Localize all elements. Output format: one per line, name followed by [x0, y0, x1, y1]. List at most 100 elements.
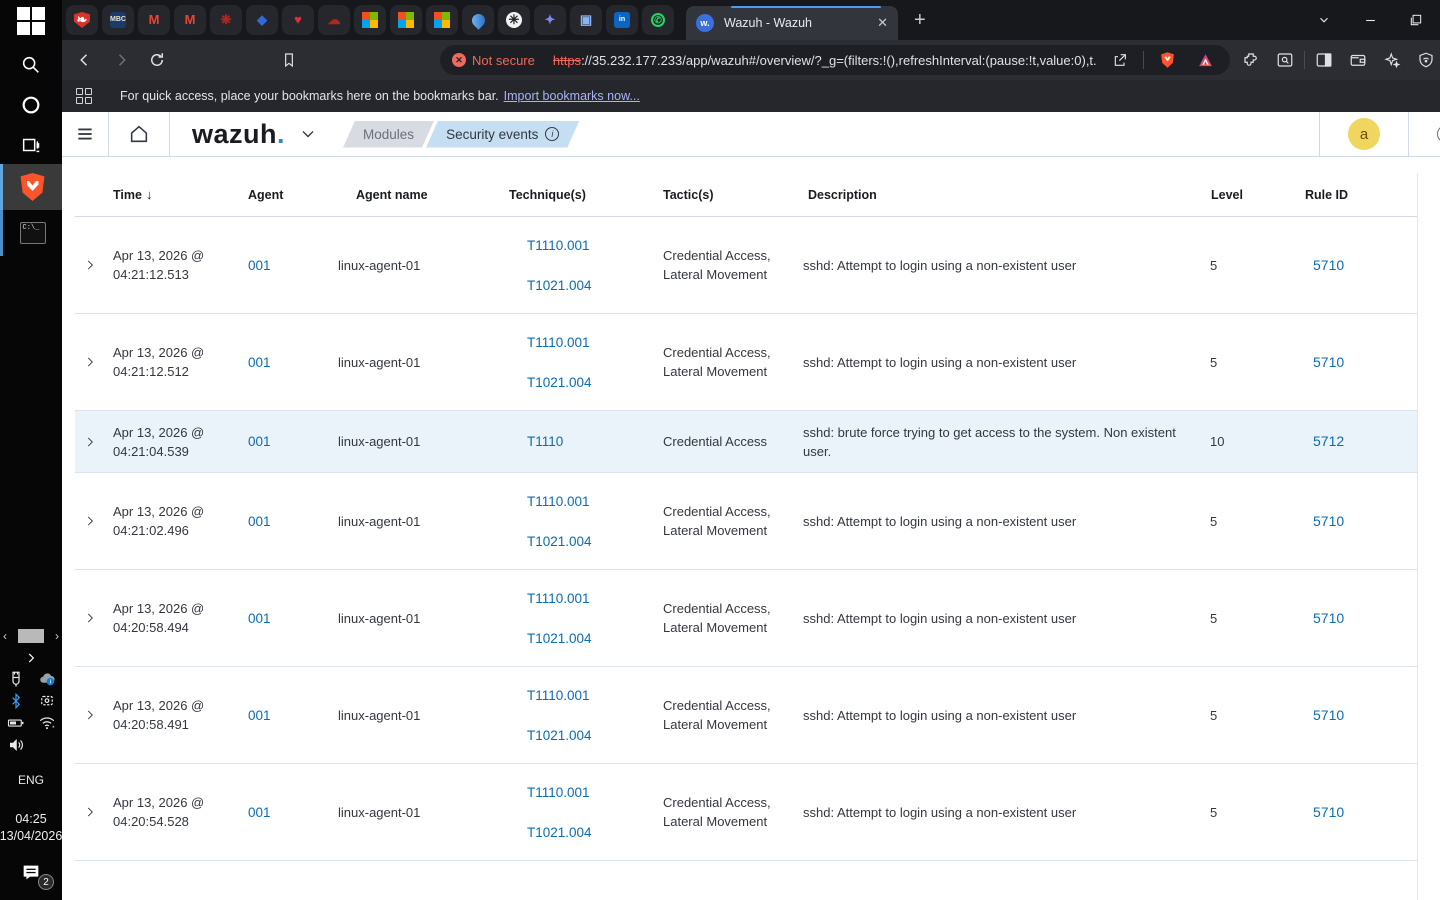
url-bar[interactable]: ✕ Not secure https://35.232.177.233/app/…	[440, 45, 1230, 75]
column-header-tactics[interactable]: Tactic(s)	[655, 188, 795, 202]
pinned-tab[interactable]	[354, 5, 386, 35]
technique-link[interactable]: T1110.001	[527, 783, 655, 802]
rule-id-link[interactable]: 5710	[1313, 354, 1344, 370]
technique-link[interactable]: T1021.004	[527, 726, 655, 745]
new-tab-button[interactable]: +	[914, 9, 926, 32]
apps-grid-icon[interactable]	[76, 88, 92, 104]
vpn-button[interactable]	[1411, 45, 1440, 75]
info-icon[interactable]: i	[545, 127, 559, 141]
tab-close-icon[interactable]: ✕	[877, 15, 888, 31]
show-hidden-icons-button[interactable]	[0, 648, 62, 668]
cortana-button[interactable]	[0, 86, 62, 124]
action-center-button[interactable]: 2	[0, 854, 62, 892]
technique-link[interactable]: T1110.001	[527, 589, 655, 608]
expand-row-button[interactable]	[83, 435, 97, 449]
column-header-description[interactable]: Description	[795, 188, 1195, 202]
taskbar-search-button[interactable]	[0, 46, 62, 84]
pinned-tab[interactable]: M	[174, 5, 206, 35]
not-secure-indicator[interactable]: ✕ Not secure	[452, 53, 535, 68]
tab-search-chevron-icon[interactable]	[1301, 0, 1347, 40]
rule-id-link[interactable]: 5710	[1313, 257, 1344, 273]
technique-link[interactable]: T1110.001	[527, 236, 655, 255]
url-text[interactable]: https://35.232.177.233/app/wazuh#/overvi…	[553, 53, 1097, 68]
import-bookmarks-link[interactable]: Import bookmarks now...	[504, 89, 640, 103]
taskbar-terminal-button[interactable]: C:\_	[0, 210, 62, 256]
pinned-tab[interactable]: MBC	[102, 5, 134, 35]
column-header-time[interactable]: Time ↓	[105, 187, 240, 202]
column-header-agent-name[interactable]: Agent name	[330, 188, 505, 202]
pinned-tab[interactable]: ✆	[642, 5, 674, 35]
breadcrumb-security-events[interactable]: Security events i	[426, 121, 579, 148]
speaker-icon[interactable]	[7, 736, 25, 754]
taskbar-scroll-left-icon[interactable]: ‹	[3, 629, 7, 643]
breadcrumb-modules[interactable]: Modules	[343, 121, 434, 148]
rule-id-link[interactable]: 5712	[1313, 433, 1344, 449]
app-switcher-chevron[interactable]	[291, 112, 325, 157]
agent-id-link[interactable]: 001	[248, 708, 271, 723]
onedrive-status-icon[interactable]: i	[37, 670, 57, 688]
column-header-rule-id[interactable]: Rule ID	[1292, 188, 1418, 202]
share-button[interactable]	[1105, 45, 1135, 75]
pinned-tab[interactable]: ❧	[66, 5, 98, 35]
remote-session-icon[interactable]	[38, 692, 56, 710]
leo-ai-button[interactable]	[1377, 45, 1407, 75]
avatar[interactable]: a	[1348, 118, 1380, 150]
pinned-tab[interactable]: in	[606, 5, 638, 35]
battery-icon[interactable]	[7, 714, 25, 732]
taskbar-scroll-thumb[interactable]	[18, 629, 44, 643]
taskbar-brave-button[interactable]	[0, 164, 62, 210]
brave-rewards-button[interactable]	[1190, 45, 1220, 75]
start-button[interactable]	[0, 0, 62, 42]
maximize-button[interactable]	[1393, 0, 1439, 40]
minimize-button[interactable]	[1347, 0, 1393, 40]
technique-link[interactable]: T1110.001	[527, 333, 655, 352]
column-header-level[interactable]: Level	[1195, 188, 1292, 202]
rule-id-link[interactable]: 5710	[1313, 804, 1344, 820]
pinned-tab[interactable]: ◆	[246, 5, 278, 35]
taskbar-scroll-right-icon[interactable]: ›	[55, 629, 59, 643]
pinned-tab[interactable]	[390, 5, 422, 35]
reload-button[interactable]	[142, 45, 172, 75]
expand-row-button[interactable]	[83, 258, 97, 272]
usb-icon[interactable]	[7, 670, 25, 688]
rule-id-link[interactable]: 5710	[1313, 610, 1344, 626]
agent-id-link[interactable]: 001	[248, 258, 271, 273]
pinned-tab[interactable]: ❋	[210, 5, 242, 35]
forward-button[interactable]	[106, 45, 136, 75]
technique-link[interactable]: T1021.004	[527, 532, 655, 551]
technique-link[interactable]: T1110.001	[527, 686, 655, 705]
pinned-tab[interactable]: ♥	[282, 5, 314, 35]
pinned-tab[interactable]	[462, 5, 494, 35]
language-indicator[interactable]: ENG	[0, 770, 62, 790]
pinned-tab[interactable]: ▣	[570, 5, 602, 35]
expand-row-button[interactable]	[83, 708, 97, 722]
agent-id-link[interactable]: 001	[248, 514, 271, 529]
wazuh-menu-button[interactable]	[62, 112, 108, 157]
wazuh-logo[interactable]: wazuh.	[192, 119, 285, 150]
expand-row-button[interactable]	[83, 514, 97, 528]
agent-id-link[interactable]: 001	[248, 805, 271, 820]
wallet-button[interactable]	[1343, 45, 1373, 75]
search-panel-button[interactable]	[1270, 45, 1300, 75]
rule-id-link[interactable]: 5710	[1313, 513, 1344, 529]
pinned-tab[interactable]: ☁	[318, 5, 350, 35]
pinned-tab[interactable]: ✳	[498, 5, 530, 35]
wifi-icon[interactable]: *	[38, 714, 56, 732]
technique-link[interactable]: T1021.004	[527, 276, 655, 295]
agent-id-link[interactable]: 001	[248, 355, 271, 370]
taskbar-clock[interactable]: 04:25 13/04/2026	[0, 808, 62, 848]
agent-id-link[interactable]: 001	[248, 611, 271, 626]
pinned-tab[interactable]: ✦	[534, 5, 566, 35]
task-view-button[interactable]	[0, 126, 62, 164]
technique-link[interactable]: T1021.004	[527, 823, 655, 842]
extensions-button[interactable]	[1236, 45, 1266, 75]
technique-link[interactable]: T1110.001	[527, 492, 655, 511]
column-header-agent[interactable]: Agent	[240, 188, 330, 202]
expand-row-button[interactable]	[83, 611, 97, 625]
column-header-techniques[interactable]: Technique(s)	[505, 188, 655, 202]
agent-id-link[interactable]: 001	[248, 434, 271, 449]
taskbar-scrollbar[interactable]: ‹ ›	[0, 627, 62, 645]
pinned-tab[interactable]	[426, 5, 458, 35]
technique-link[interactable]: T1110	[527, 432, 655, 451]
expand-row-button[interactable]	[83, 355, 97, 369]
